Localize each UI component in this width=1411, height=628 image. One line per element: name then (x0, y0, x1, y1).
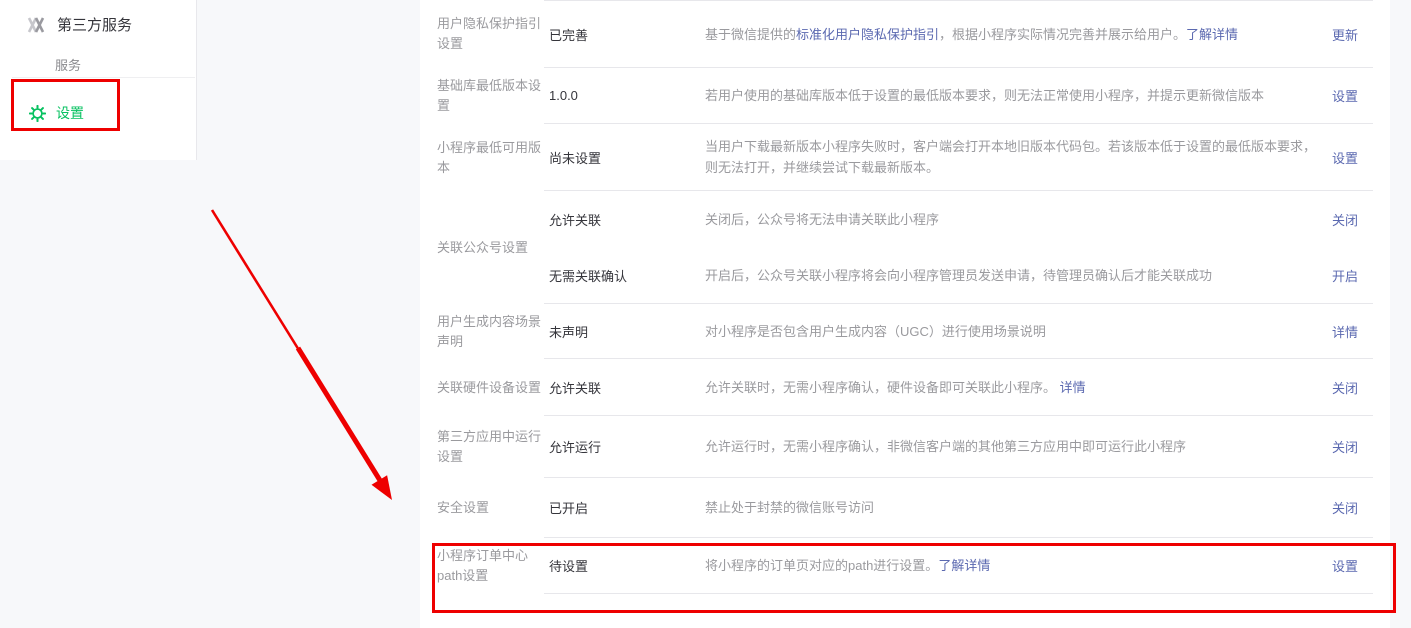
description-text: 禁止处于封禁的微信账号访问 (705, 500, 874, 515)
row-action-link[interactable]: 关闭 (1332, 498, 1373, 517)
row-action-link[interactable]: 关闭 (1332, 378, 1373, 397)
row-description: 允许关联时，无需小程序确认，硬件设备即可关联此小程序。 详情 (705, 377, 1323, 398)
row-value: 1.0.0 (544, 88, 705, 103)
inline-link[interactable]: 了解详情 (1186, 27, 1238, 42)
row-description: 关闭后，公众号将无法申请关联此小程序 (705, 209, 1323, 230)
table-row: 小程序最低可用版本尚未设置当用户下载最新版本小程序失败时，客户端会打开本地旧版本… (420, 124, 1390, 191)
row-description: 开启后，公众号关联小程序将会向小程序管理员发送申请，待管理员确认后才能关联成功 (705, 265, 1323, 286)
table-row: 用户生成内容场景声明未声明对小程序是否包含用户生成内容（UGC）进行使用场景说明… (420, 304, 1390, 359)
row-action-link[interactable]: 开启 (1332, 266, 1373, 285)
table-row: 第三方应用中运行设置允许运行允许运行时，无需小程序确认，非微信客户端的其他第三方… (420, 416, 1390, 478)
row-action-link[interactable]: 设置 (1332, 148, 1373, 167)
row-description: 允许运行时，无需小程序确认，非微信客户端的其他第三方应用中即可运行此小程序 (705, 436, 1323, 457)
row-value: 已开启 (544, 498, 705, 517)
app-title: 第三方服务 (57, 14, 132, 35)
row-description: 若用户使用的基础库版本低于设置的最低版本要求，则无法正常使用小程序，并提示更新微… (705, 85, 1323, 106)
row-entry: 已开启禁止处于封禁的微信账号访问 关闭 (544, 478, 1373, 537)
description-text: 允许运行时，无需小程序确认，非微信客户端的其他第三方应用中即可运行此小程序 (705, 439, 1186, 454)
row-label: 用户隐私保护指引设置 (437, 0, 544, 68)
sidebar-section-label: 服务 (0, 35, 196, 74)
table-row: 基础库最低版本设置1.0.0若用户使用的基础库版本低于设置的最低版本要求，则无法… (420, 68, 1390, 124)
row-action-link[interactable]: 关闭 (1332, 437, 1373, 456)
row-description: 对小程序是否包含用户生成内容（UGC）进行使用场景说明 (705, 321, 1323, 342)
row-action-link[interactable]: 更新 (1332, 25, 1373, 44)
row-entry: 允许关联关闭后，公众号将无法申请关联此小程序 关闭 (544, 191, 1373, 247)
description-text: 关闭后，公众号将无法申请关联此小程序 (705, 212, 939, 227)
row-body: 已开启禁止处于封禁的微信账号访问 关闭 (544, 478, 1373, 538)
row-value: 未声明 (544, 322, 705, 341)
row-entry: 允许关联允许关联时，无需小程序确认，硬件设备即可关联此小程序。 详情关闭 (544, 359, 1373, 415)
table-row: 关联硬件设备设置允许关联允许关联时，无需小程序确认，硬件设备即可关联此小程序。 … (420, 359, 1390, 416)
annotation-box-path-setting-row (432, 543, 1396, 613)
row-body: 已完善基于微信提供的标准化用户隐私保护指引，根据小程序实际情况完善并展示给用户。… (544, 0, 1373, 68)
table-row: 用户隐私保护指引设置已完善基于微信提供的标准化用户隐私保护指引，根据小程序实际情… (420, 0, 1390, 68)
description-text: 开启后，公众号关联小程序将会向小程序管理员发送申请，待管理员确认后才能关联成功 (705, 268, 1212, 283)
row-entry: 允许运行允许运行时，无需小程序确认，非微信客户端的其他第三方应用中即可运行此小程… (544, 416, 1373, 477)
row-value: 无需关联确认 (544, 266, 705, 285)
row-value: 已完善 (544, 25, 705, 44)
row-value: 尚未设置 (544, 148, 705, 167)
row-value: 允许运行 (544, 437, 705, 456)
row-label: 第三方应用中运行设置 (437, 416, 544, 478)
row-label: 小程序最低可用版本 (437, 124, 544, 191)
row-label: 用户生成内容场景声明 (437, 304, 544, 359)
row-description: 当用户下载最新版本小程序失败时，客户端会打开本地旧版本代码包。若该版本低于设置的… (705, 136, 1323, 178)
description-text: 允许关联时，无需小程序确认，硬件设备即可关联此小程序。 (705, 380, 1060, 395)
row-body: 允许关联允许关联时，无需小程序确认，硬件设备即可关联此小程序。 详情关闭 (544, 359, 1373, 416)
row-label: 关联公众号设置 (437, 191, 544, 304)
row-label: 安全设置 (437, 478, 544, 538)
row-body: 未声明对小程序是否包含用户生成内容（UGC）进行使用场景说明 详情 (544, 304, 1373, 359)
row-entry: 尚未设置当用户下载最新版本小程序失败时，客户端会打开本地旧版本代码包。若该版本低… (544, 124, 1373, 190)
settings-panel: 用户隐私保护指引设置已完善基于微信提供的标准化用户隐私保护指引，根据小程序实际情… (420, 0, 1390, 628)
row-entry: 1.0.0若用户使用的基础库版本低于设置的最低版本要求，则无法正常使用小程序，并… (544, 68, 1373, 123)
row-description: 基于微信提供的标准化用户隐私保护指引，根据小程序实际情况完善并展示给用户。了解详… (705, 24, 1323, 45)
sidebar-divider (12, 77, 195, 78)
table-row: 关联公众号设置允许关联关闭后，公众号将无法申请关联此小程序 关闭无需关联确认开启后… (420, 191, 1390, 304)
row-entry: 未声明对小程序是否包含用户生成内容（UGC）进行使用场景说明 详情 (544, 304, 1373, 358)
description-text: 基于微信提供的 (705, 27, 796, 42)
row-entry: 已完善基于微信提供的标准化用户隐私保护指引，根据小程序实际情况完善并展示给用户。… (544, 1, 1373, 67)
app-title-row: 第三方服务 (0, 0, 196, 35)
row-value: 允许关联 (544, 210, 705, 229)
description-text: 若用户使用的基础库版本低于设置的最低版本要求，则无法正常使用小程序，并提示更新微… (705, 88, 1264, 103)
row-label: 关联硬件设备设置 (437, 359, 544, 416)
third-party-platform-logo-icon (27, 17, 49, 33)
row-action-link[interactable]: 关闭 (1332, 210, 1373, 229)
row-body: 尚未设置当用户下载最新版本小程序失败时，客户端会打开本地旧版本代码包。若该版本低… (544, 124, 1373, 191)
inline-link[interactable]: 详情 (1060, 380, 1086, 395)
table-row: 安全设置已开启禁止处于封禁的微信账号访问 关闭 (420, 478, 1390, 538)
annotation-box-sidebar-settings (11, 79, 120, 131)
row-description: 禁止处于封禁的微信账号访问 (705, 497, 1323, 518)
row-action-link[interactable]: 详情 (1332, 322, 1373, 341)
description-text: 对小程序是否包含用户生成内容（UGC）进行使用场景说明 (705, 324, 1046, 339)
description-text: ，根据小程序实际情况完善并展示给用户。 (939, 27, 1186, 42)
row-label: 基础库最低版本设置 (437, 68, 544, 124)
row-entry: 无需关联确认开启后，公众号关联小程序将会向小程序管理员发送申请，待管理员确认后才… (544, 247, 1373, 303)
settings-table: 用户隐私保护指引设置已完善基于微信提供的标准化用户隐私保护指引，根据小程序实际情… (420, 0, 1390, 594)
row-value: 允许关联 (544, 378, 705, 397)
row-body: 允许关联关闭后，公众号将无法申请关联此小程序 关闭无需关联确认开启后，公众号关联小… (544, 191, 1373, 304)
row-body: 1.0.0若用户使用的基础库版本低于设置的最低版本要求，则无法正常使用小程序，并… (544, 68, 1373, 124)
description-text: 当用户下载最新版本小程序失败时，客户端会打开本地旧版本代码包。若该版本低于设置的… (705, 139, 1316, 175)
row-body: 允许运行允许运行时，无需小程序确认，非微信客户端的其他第三方应用中即可运行此小程… (544, 416, 1373, 478)
row-action-link[interactable]: 设置 (1332, 86, 1373, 105)
inline-link[interactable]: 标准化用户隐私保护指引 (796, 27, 939, 42)
